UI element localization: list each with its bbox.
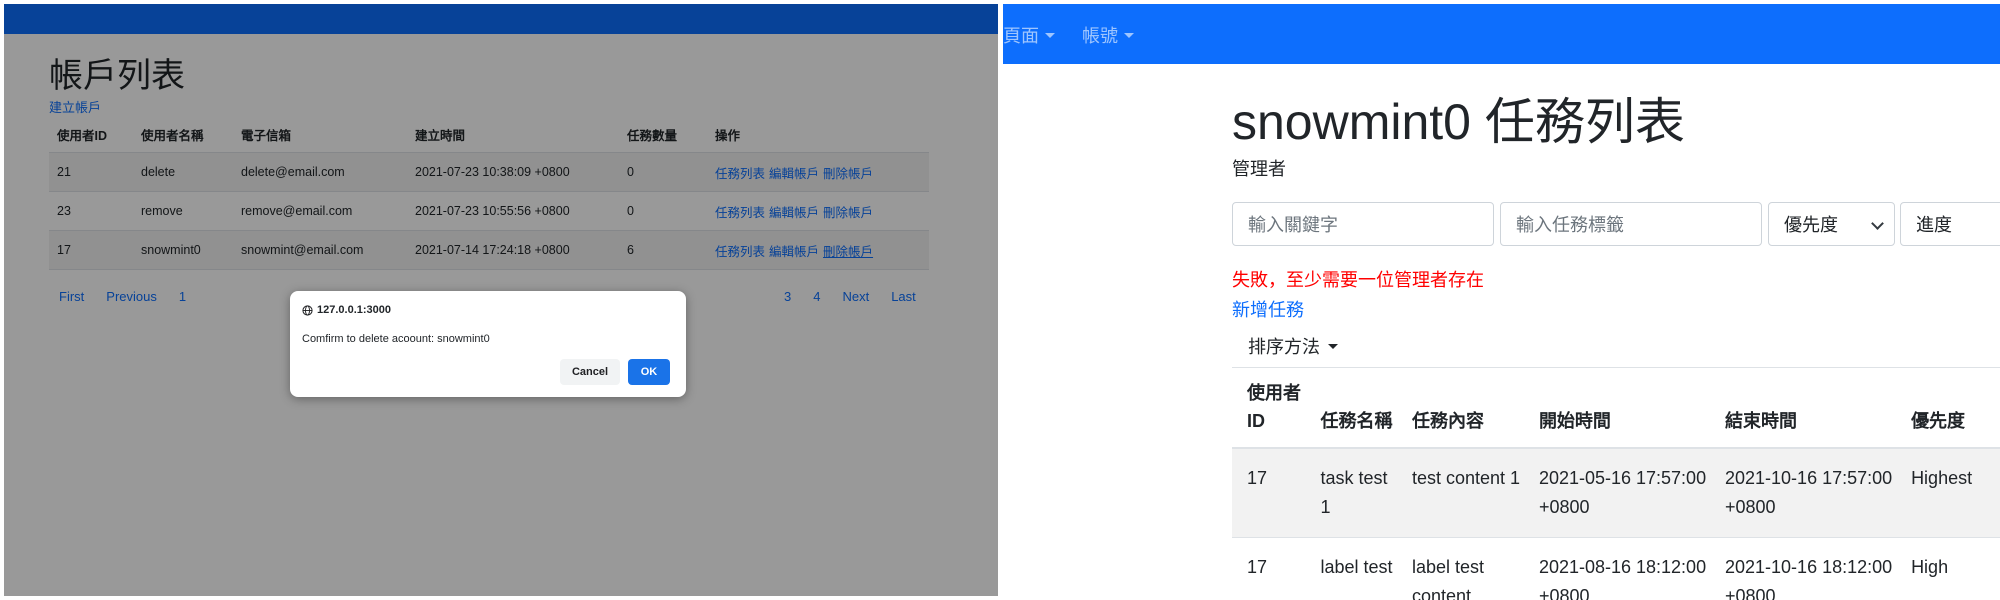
dialog-origin-text: 127.0.0.1:3000 xyxy=(317,304,392,316)
table-row: 17 task test 1 test content 1 2021-05-16… xyxy=(1232,448,2000,538)
ok-button[interactable]: OK xyxy=(628,359,670,385)
add-task-link[interactable]: 新增任務 xyxy=(1232,296,1304,322)
priority-select[interactable]: 優先度 xyxy=(1768,202,1895,246)
priority-select-value: 優先度 xyxy=(1784,215,1838,235)
col-header-end: 結束時間 xyxy=(1710,367,1897,449)
cell-priority: Highest xyxy=(1896,448,2000,538)
caret-down-icon xyxy=(1328,343,1338,349)
cell-start: 2021-05-16 17:57:00 +0800 xyxy=(1523,448,1710,538)
cell-user-id: 17 xyxy=(1232,448,1306,538)
sort-dropdown[interactable]: 排序方法 xyxy=(1248,333,1338,359)
caret-down-icon xyxy=(1124,32,1134,38)
cell-end: 2021-10-16 18:12:00 +0800 xyxy=(1710,537,1897,600)
cancel-button[interactable]: Cancel xyxy=(560,359,620,385)
col-header-start: 開始時間 xyxy=(1523,367,1710,449)
cell-end: 2021-10-16 17:57:00 +0800 xyxy=(1710,448,1897,538)
globe-icon xyxy=(302,304,313,316)
caret-down-icon xyxy=(1045,32,1055,38)
table-row: 17 label test label test content 2021-08… xyxy=(1232,537,2000,600)
task-list-screen: 頁面 帳號 snowmint0 任務列表 管理者 輸入關鍵字 輸入任務標籤 優先… xyxy=(1000,0,2000,600)
cell-content: test content 1 xyxy=(1397,448,1524,538)
dialog-origin: 127.0.0.1:3000 xyxy=(302,304,391,316)
col-header-content: 任務內容 xyxy=(1397,367,1524,449)
browser-viewport: 帳戶列表 建立帳戶 使用者ID 使用者名稱 電子信箱 建立時間 任務數量 操作 … xyxy=(4,4,998,596)
keyword-search-input[interactable]: 輸入關鍵字 xyxy=(1232,202,1494,246)
page-title: snowmint0 任務列表 xyxy=(1232,94,1685,150)
error-message: 失敗，至少需要一位管理者存在 xyxy=(1232,270,1484,290)
cell-task-name: label test xyxy=(1305,537,1397,600)
user-role: 管理者 xyxy=(1232,159,1286,179)
chevron-down-icon xyxy=(1871,217,1884,230)
nav-pages-dropdown[interactable]: 頁面 xyxy=(1003,22,1055,48)
cell-user-id: 17 xyxy=(1232,537,1306,600)
account-list-screen: 帳戶列表 建立帳戶 使用者ID 使用者名稱 電子信箱 建立時間 任務數量 操作 … xyxy=(0,0,1000,600)
nav-account-label: 帳號 xyxy=(1082,26,1118,46)
cell-priority: High xyxy=(1896,537,2000,600)
progress-select-value: 進度 xyxy=(1916,215,1952,235)
nav-pages-label: 頁面 xyxy=(1003,26,1039,46)
nav-account-dropdown[interactable]: 帳號 xyxy=(1082,22,1134,48)
top-navbar: 頁面 帳號 xyxy=(1003,4,2000,64)
col-header-user-id: 使用者ID xyxy=(1232,367,1306,449)
cell-task-name: task test 1 xyxy=(1305,448,1397,538)
col-header-priority: 優先度 xyxy=(1896,367,2000,449)
cell-start: 2021-08-16 18:12:00 +0800 xyxy=(1523,537,1710,600)
task-table: 使用者ID 任務名稱 任務內容 開始時間 結束時間 優先度 17 task te… xyxy=(1232,367,2000,600)
col-header-task-name: 任務名稱 xyxy=(1305,367,1397,449)
dialog-message: Comfirm to delete acoount: snowmint0 xyxy=(302,333,490,345)
cell-content: label test content xyxy=(1397,537,1524,600)
sort-label: 排序方法 xyxy=(1248,337,1320,357)
tag-search-input[interactable]: 輸入任務標籤 xyxy=(1500,202,1762,246)
progress-select[interactable]: 進度 xyxy=(1900,202,2000,246)
confirm-dialog: 127.0.0.1:3000 Comfirm to delete acoount… xyxy=(290,291,686,397)
table-header-row: 使用者ID 任務名稱 任務內容 開始時間 結束時間 優先度 xyxy=(1232,367,2000,449)
